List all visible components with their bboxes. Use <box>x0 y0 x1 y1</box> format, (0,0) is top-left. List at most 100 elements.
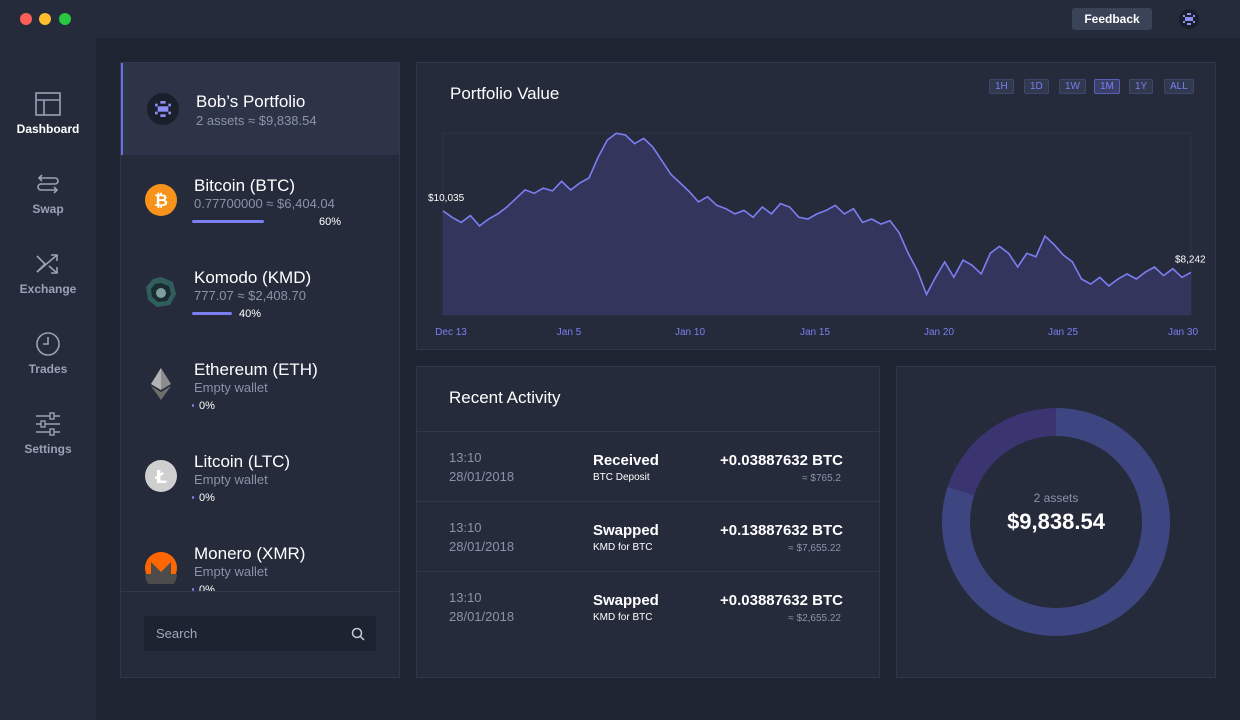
nav-item-swap[interactable]: Swap <box>0 172 96 236</box>
wallet-item-xmr[interactable]: Monero (XMR) Empty wallet 0% <box>121 523 399 591</box>
exchange-icon <box>36 254 58 274</box>
range-button-1h[interactable]: 1H <box>989 79 1014 94</box>
allocation-bar-fill <box>192 312 232 315</box>
chart-start-value-label: $10,035 <box>428 193 465 204</box>
nav-label-settings: Settings <box>24 442 72 456</box>
activity-usd: ≈ $2,655.22 <box>788 613 841 624</box>
activity-time: 13:10 28/01/2018 <box>449 448 514 486</box>
sliders-icon <box>36 412 60 436</box>
range-button-1m[interactable]: 1M <box>1094 79 1120 94</box>
minimize-window-button[interactable] <box>39 13 51 25</box>
wallet-item-kmd[interactable]: Komodo (KMD) 777.07 ≈ $2,408.70 40% <box>121 247 399 339</box>
nav-label-exchange: Exchange <box>19 282 77 296</box>
wallet-item-btc[interactable]: ₿ Bitcoin (BTC) 0.77700000 ≈ $6,404.04 6… <box>121 155 399 247</box>
litecoin-icon: Ł <box>145 460 177 492</box>
title-bar: Feedback <box>0 0 1240 38</box>
portfolio-value-title: Portfolio Value <box>450 84 560 103</box>
activity-time: 13:10 28/01/2018 <box>449 588 514 626</box>
allocation-bar-fill <box>192 220 264 223</box>
allocation-percent: 0% <box>199 492 215 504</box>
nav-item-trades[interactable]: Trades <box>0 332 96 396</box>
chart-end-value-label: $8,242 <box>1175 254 1206 265</box>
activity-amount: +0.03887632 BTC <box>719 452 843 469</box>
wallet-name: Ethereum (ETH) <box>194 360 318 379</box>
main-navigation: Dashboard Swap Exchange Trades Settings <box>0 38 96 720</box>
close-window-button[interactable] <box>20 13 32 25</box>
chart-x-tick-label: Jan 10 <box>675 327 705 338</box>
wallet-item-ltc[interactable]: Ł Litcoin (LTC) Empty wallet 0% <box>121 431 399 523</box>
svg-text:Ł: Ł <box>154 467 167 488</box>
wallet-list-panel: Bob’s Portfolio 2 assets ≈ $9,838.54 ₿ B… <box>120 62 400 678</box>
nav-label-swap: Swap <box>32 202 64 216</box>
allocation-bar <box>192 220 312 223</box>
wallet-list[interactable]: Bob’s Portfolio 2 assets ≈ $9,838.54 ₿ B… <box>121 63 399 591</box>
range-button-all[interactable]: ALL <box>1164 79 1194 94</box>
nav-item-dashboard[interactable]: Dashboard <box>0 92 96 156</box>
wallet-name: Bob’s Portfolio <box>196 92 306 111</box>
recent-activity-panel: Recent Activity 13:10 28/01/2018 Received… <box>416 366 880 678</box>
nav-item-settings[interactable]: Settings <box>0 412 96 476</box>
activity-date: 28/01/2018 <box>449 469 515 484</box>
wallet-name: Komodo (KMD) <box>194 268 312 287</box>
donut-assets-count: 2 assets <box>1033 491 1079 505</box>
activity-usd: ≈ $7,655.22 <box>788 543 841 554</box>
allocation-percent: 60% <box>319 216 342 228</box>
activity-description: BTC Deposit <box>593 472 650 483</box>
activity-row[interactable]: 13:10 28/01/2018 Swapped KMD for BTC +0.0… <box>417 571 879 641</box>
chart-x-tick-label: Jan 25 <box>1048 327 1078 338</box>
activity-date: 28/01/2018 <box>449 539 515 554</box>
dashboard-icon <box>35 92 61 116</box>
search-box <box>144 616 376 651</box>
activity-description: KMD for BTC <box>593 542 653 553</box>
nav-label-dashboard: Dashboard <box>16 122 80 136</box>
allocation-percent: 0% <box>199 584 215 591</box>
divider <box>121 591 399 592</box>
user-avatar-icon[interactable] <box>1179 9 1199 29</box>
svg-text:₿: ₿ <box>154 191 168 211</box>
wallet-balance: Empty wallet <box>194 472 268 487</box>
activity-usd: ≈ $765.2 <box>802 473 841 484</box>
range-button-1w[interactable]: 1W <box>1059 79 1086 94</box>
allocation-bar <box>192 496 194 499</box>
activity-time: 13:10 28/01/2018 <box>449 518 514 556</box>
allocation-bar-fill <box>192 404 194 407</box>
wallet-balance: 777.07 ≈ $2,408.70 <box>194 288 306 303</box>
activity-row[interactable]: 13:10 28/01/2018 Received BTC Deposit +0.… <box>417 431 879 501</box>
maximize-window-button[interactable] <box>59 13 71 25</box>
clock-icon <box>36 332 60 356</box>
nav-item-exchange[interactable]: Exchange <box>0 252 96 316</box>
range-button-1y[interactable]: 1Y <box>1129 79 1154 94</box>
wallet-name: Litcoin (LTC) <box>194 452 291 471</box>
wallet-item-eth[interactable]: Ethereum (ETH) Empty wallet 0% <box>121 339 399 431</box>
donut-segment[interactable] <box>947 408 1057 496</box>
portfolio-value-chart: $10,035 $8,242 Dec 13 Jan 5 Jan 10 Jan 15 Jan … <box>428 132 1206 338</box>
activity-time-value: 13:10 <box>449 450 482 465</box>
activity-time-value: 13:10 <box>449 520 482 535</box>
bitcoin-icon: ₿ <box>145 184 177 216</box>
wallet-balance: Empty wallet <box>194 564 268 579</box>
range-button-1d[interactable]: 1D <box>1024 79 1049 94</box>
swap-icon <box>37 174 59 194</box>
activity-row[interactable]: 13:10 28/01/2018 Swapped KMD for BTC +0.1… <box>417 501 879 571</box>
activity-type: Swapped <box>593 592 659 609</box>
allocation-bar-fill <box>192 496 194 499</box>
search-input[interactable] <box>156 616 346 651</box>
wallet-balance: 0.77700000 ≈ $6,404.04 <box>194 196 335 211</box>
allocation-percent: 40% <box>239 308 262 320</box>
activity-type: Swapped <box>593 522 659 539</box>
chart-area-fill <box>443 133 1191 315</box>
chart-x-tick-label: Jan 5 <box>557 327 582 338</box>
komodo-icon <box>145 276 177 308</box>
donut-total-value: $9,838.54 <box>1007 509 1105 534</box>
avatar-glyph <box>1183 13 1195 25</box>
wallet-item-portfolio[interactable]: Bob’s Portfolio 2 assets ≈ $9,838.54 <box>121 63 399 155</box>
portfolio-icon <box>147 93 179 125</box>
search-icon[interactable] <box>351 627 365 641</box>
activity-date: 28/01/2018 <box>449 609 515 624</box>
activity-amount: +0.13887632 BTC <box>719 522 843 539</box>
feedback-button[interactable]: Feedback <box>1072 8 1152 30</box>
chart-x-tick-label: Jan 20 <box>924 327 954 338</box>
activity-description: KMD for BTC <box>593 612 653 623</box>
ethereum-icon <box>145 368 177 400</box>
wallet-name: Monero (XMR) <box>194 544 306 563</box>
